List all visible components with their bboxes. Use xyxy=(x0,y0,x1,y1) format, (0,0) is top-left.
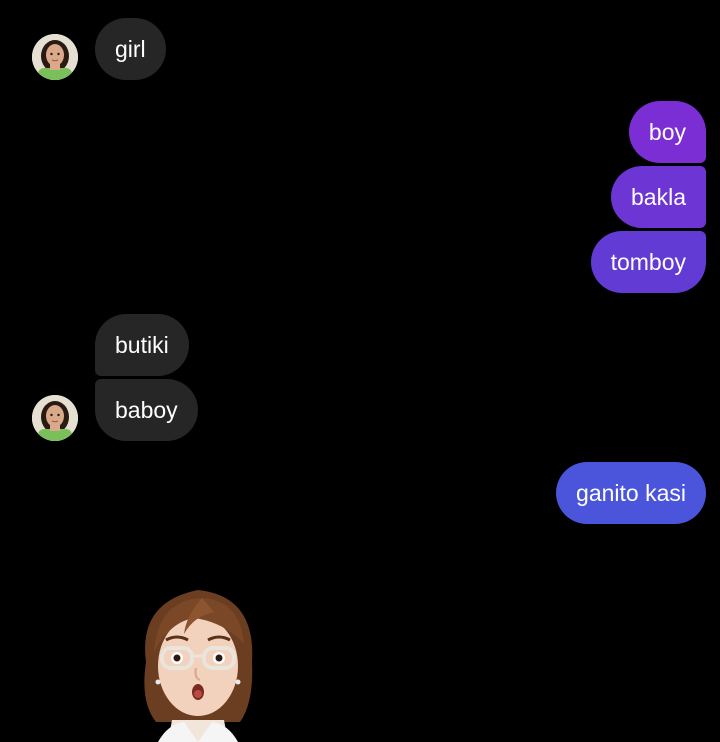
message-text: ganito kasi xyxy=(576,479,686,506)
contact-avatar[interactable] xyxy=(32,395,78,441)
message-text: butiki xyxy=(115,331,169,358)
message-bubble-incoming[interactable]: girl xyxy=(95,18,166,80)
contact-avatar[interactable] xyxy=(32,34,78,80)
message-bubble-outgoing[interactable]: ganito kasi xyxy=(556,462,706,524)
message-bubble-outgoing[interactable]: tomboy xyxy=(590,231,706,293)
message-text: girl xyxy=(115,35,146,62)
chat-thread[interactable]: girl boy bakla tomboy butiki baboy ganit… xyxy=(0,0,720,742)
memoji-woman-surprised-glasses-icon[interactable] xyxy=(128,582,268,742)
message-text: baboy xyxy=(115,396,178,423)
message-bubble-outgoing[interactable]: boy xyxy=(628,101,706,163)
message-bubble-outgoing[interactable]: bakla xyxy=(611,166,706,228)
message-text: tomboy xyxy=(610,248,686,275)
message-bubble-incoming[interactable]: butiki xyxy=(95,314,189,376)
message-bubble-incoming[interactable]: baboy xyxy=(95,379,198,441)
message-text: boy xyxy=(648,118,686,145)
message-text: bakla xyxy=(631,183,686,210)
